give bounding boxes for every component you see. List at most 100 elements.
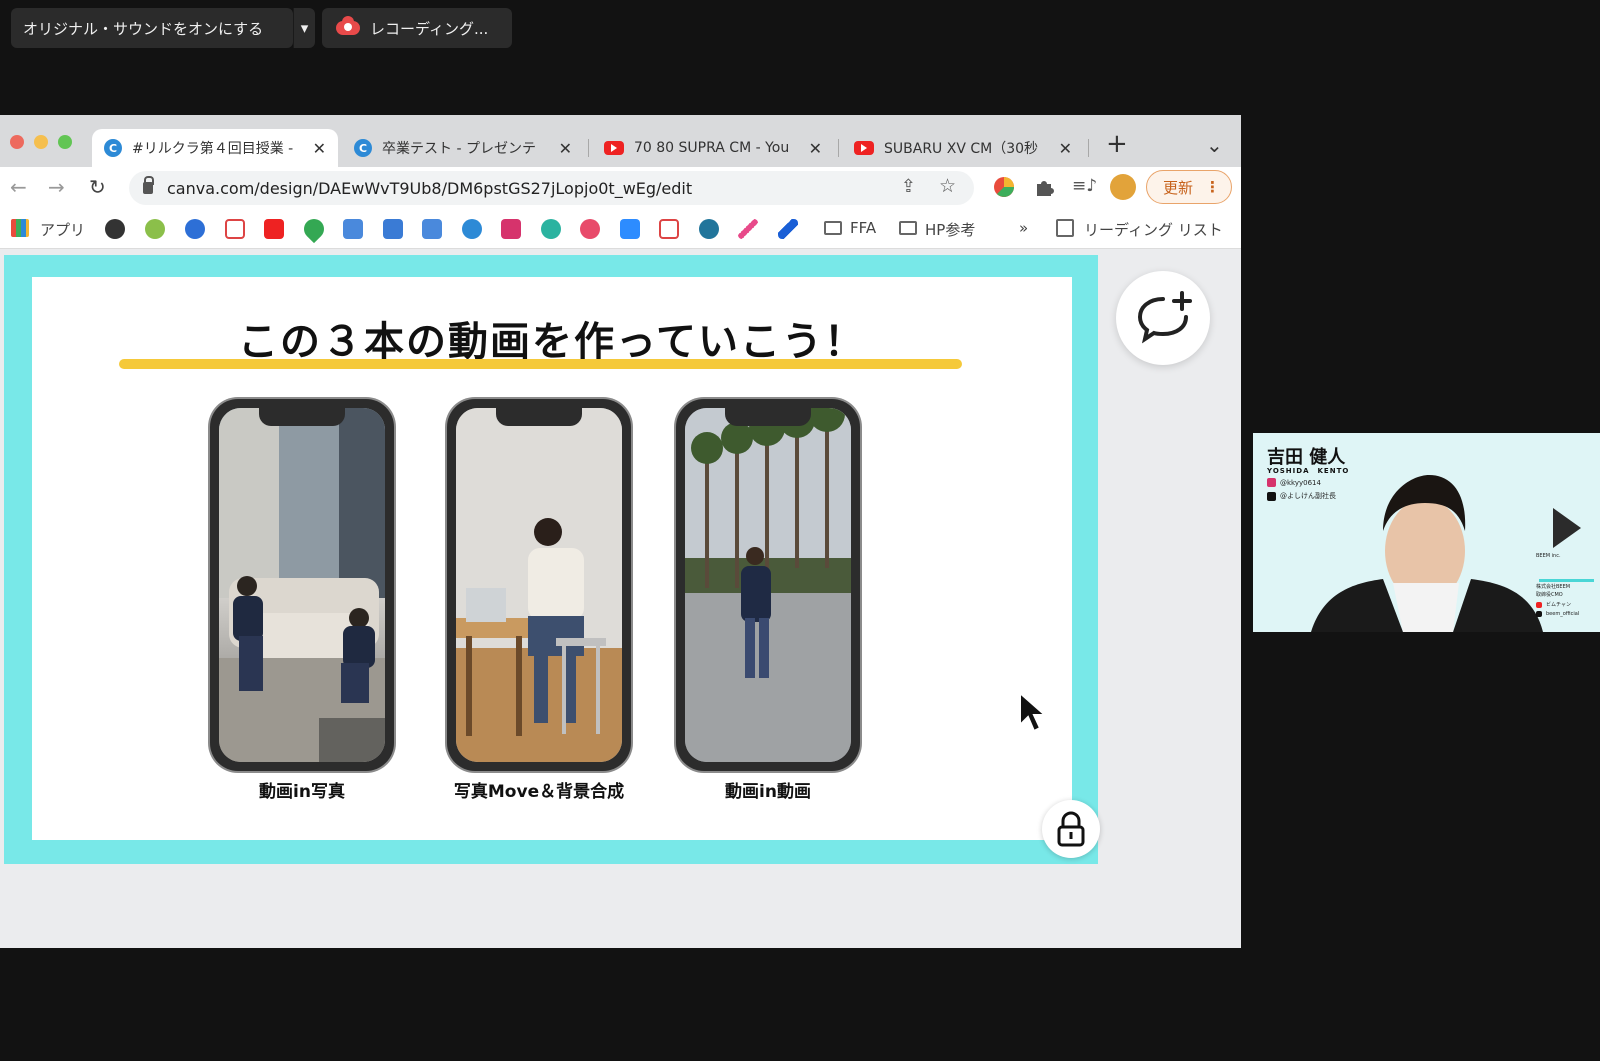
canva-bookmark-icon[interactable] [462,219,482,239]
lock-icon [1057,811,1085,847]
maps-bookmark-icon[interactable] [299,214,329,244]
recording-label: レコーディング... [370,19,489,38]
slide-frame[interactable]: この３本の動画を作っていこう！ 動画in写真 写真Move＆背景合成 動画in動… [4,255,1098,864]
tab-search-icon[interactable]: ⌄ [1206,133,1223,157]
tab-canva-lesson[interactable]: C #リルクラ第４回目授業 - ✕ [92,129,338,167]
close-tab-icon[interactable]: ✕ [1059,139,1072,158]
mouse-cursor-icon [1019,691,1048,733]
video-in-photo-image [219,408,385,762]
bookmark-folder-ffa[interactable]: FFA [850,219,876,237]
tiktok-handle: @よしけん副社長 [1280,492,1336,500]
browser-toolbar: ← → ↻ canva.com/design/DAEwWvT9Ub8/DM6ps… [0,167,1241,209]
share-icon[interactable]: ⇪ [901,176,916,197]
caption-photo-move[interactable]: 写真Move＆背景合成 [419,777,659,802]
globe-bookmark-icon[interactable] [105,219,125,239]
bookmark-icon[interactable] [738,219,758,239]
url-text: canva.com/design/DAEwWvT9Ub8/DM6pstGS27j… [167,178,693,198]
translate-bookmark-icon[interactable] [343,219,363,239]
update-button[interactable]: 更新 ⋮ [1146,170,1232,204]
back-icon[interactable]: ← [10,175,27,199]
cloud-recording-icon [336,16,360,37]
video-in-video-image [685,408,851,762]
instagram-icon [1267,478,1276,487]
tiktok2-handle: beem_official [1546,611,1580,617]
close-tab-icon[interactable]: ✕ [313,139,326,158]
bookmark-icon[interactable] [778,219,798,239]
address-bar[interactable]: canva.com/design/DAEwWvT9Ub8/DM6pstGS27j… [129,171,974,205]
zoom-screen-share: オリジナル・サウンドをオンにする ▾ レコーディング... C #リルクラ第４回… [0,0,1600,1061]
tiktok-icon [1267,491,1276,501]
wordpress-bookmark-icon[interactable] [699,219,719,239]
photo-move-image [456,408,622,762]
instagram-bookmark-icon[interactable] [501,219,521,239]
tab-title: SUBARU XV CM（30秒 [884,141,1039,157]
caption-video-in-video[interactable]: 動画in動画 [648,777,888,802]
participant-youtube: ビムチャン [1536,601,1571,608]
forward-icon[interactable]: → [48,175,65,199]
gmail-bookmark-icon[interactable] [225,219,245,239]
gmail-bookmark-icon[interactable] [659,219,679,239]
reading-list-icon [1056,219,1074,237]
gear-bookmark-icon[interactable] [185,219,205,239]
bookmark-icon[interactable] [580,219,600,239]
original-sound-dropdown[interactable]: ▾ [293,8,315,48]
extension-chart-icon[interactable] [993,176,1015,198]
participant-company: 株式会社BEEM [1536,584,1571,590]
instagram-handle: @kkyy0614 [1280,478,1321,487]
reload-icon[interactable]: ↻ [89,175,106,199]
original-sound-button[interactable]: オリジナル・サウンドをオンにする [11,8,293,48]
close-window-icon[interactable] [10,135,24,149]
bookmark-star-icon[interactable]: ☆ [939,175,956,197]
calendar-bookmark-icon[interactable] [422,219,442,239]
chevron-down-icon: ▾ [300,19,309,37]
profile-avatar[interactable] [1110,174,1136,200]
youtube-bookmark-icon[interactable] [264,219,284,239]
bookmark-folder-hp[interactable]: HP参考 [925,219,975,240]
tab-title: #リルクラ第４回目授業 - [132,141,294,157]
apps-bookmark[interactable]: アプリ [40,219,85,240]
folder-icon [899,221,917,235]
tab-supra-cm[interactable]: 70 80 SUPRA CM - You ✕ [592,129,834,167]
zoom-bookmark-icon[interactable] [620,219,640,239]
close-tab-icon[interactable]: ✕ [809,139,822,158]
minimize-window-icon[interactable] [34,135,48,149]
close-tab-icon[interactable]: ✕ [559,139,572,158]
tab-title: 卒業テスト - プレゼンテ [382,141,536,157]
participant-video[interactable]: 吉田 健人 YOSHIDA KENTO @kkyy0614 @よしけん副社長 B… [1253,433,1600,632]
apps-grid-icon[interactable] [11,219,29,237]
phone-mockup-video-in-video[interactable] [676,399,860,771]
bookmarks-overflow[interactable]: » [1019,219,1028,237]
folder-icon [824,221,842,235]
media-playlist-icon[interactable]: ≡♪ [1072,176,1097,198]
participant-tiktok2: beem_official [1536,611,1579,617]
reading-list-button[interactable]: リーディング リスト [1084,219,1223,240]
extensions-puzzle-icon[interactable] [1033,176,1055,198]
participant-role: 取締役CMO [1536,592,1563,598]
bookmark-icon[interactable] [541,219,561,239]
maximize-window-icon[interactable] [58,135,72,149]
youtube-icon [854,141,874,155]
browser-window: C #リルクラ第４回目授業 - ✕ C 卒業テスト - プレゼンテ ✕ 70 8… [0,115,1241,948]
new-tab-icon[interactable]: + [1106,129,1128,159]
phone-mockup-photo-move[interactable] [447,399,631,771]
tab-subaru-cm[interactable]: SUBARU XV CM（30秒 ✕ [842,129,1084,167]
phone-mockup-video-in-photo[interactable] [210,399,394,771]
cloud-recording-status[interactable]: レコーディング... [322,8,512,48]
title-underline [119,359,962,369]
caption-video-in-photo[interactable]: 動画in写真 [182,777,422,802]
tiktok-icon [1536,611,1542,617]
more-menu-icon: ⋮ [1205,178,1221,196]
lock-button[interactable] [1042,800,1100,858]
add-comment-button[interactable] [1116,271,1210,365]
tab-strip: C #リルクラ第４回目授業 - ✕ C 卒業テスト - プレゼンテ ✕ 70 8… [0,115,1241,167]
bookmark-icon[interactable] [145,219,165,239]
google-sheets-bookmark-icon[interactable] [383,219,403,239]
slide[interactable]: この３本の動画を作っていこう！ 動画in写真 写真Move＆背景合成 動画in動… [32,277,1072,840]
tab-graduation-test[interactable]: C 卒業テスト - プレゼンテ ✕ [342,129,584,167]
tab-title: 70 80 SUPRA CM - You [634,140,790,156]
bookmarks-bar: アプリ FFA HP参考 » リーディング リスト [0,209,1241,249]
update-label: 更新 [1163,178,1194,197]
canva-icon: C [104,139,122,157]
youtube-icon [1536,601,1542,608]
canva-editor-canvas: この３本の動画を作っていこう！ 動画in写真 写真Move＆背景合成 動画in動… [0,249,1241,948]
